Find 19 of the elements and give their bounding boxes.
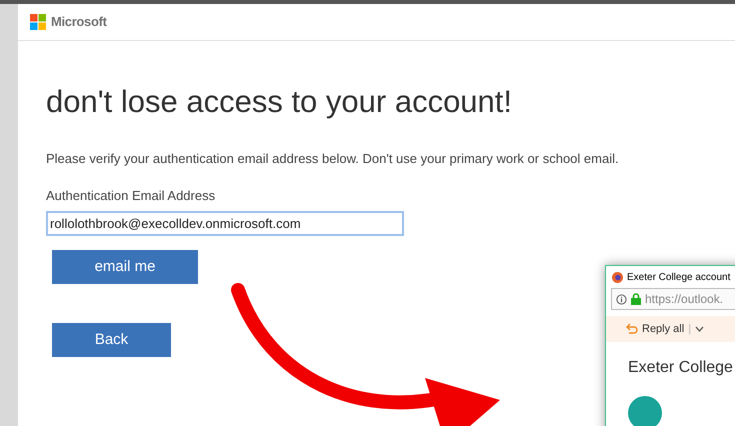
email-subject: Exeter College (628, 358, 734, 378)
email-me-button[interactable]: email me (52, 250, 198, 284)
email-field-label: Authentication Email Address (46, 187, 216, 206)
window-title: Exeter College account (627, 270, 730, 284)
address-bar[interactable]: https://outlook. (611, 288, 735, 310)
info-icon (616, 294, 627, 304)
url-text: https://outlook. (645, 291, 724, 308)
reply-all-icon (626, 323, 638, 335)
back-button[interactable]: Back (52, 322, 171, 357)
browser-logo-icon (612, 272, 623, 282)
page-heading: don't lose access to your account! (46, 83, 514, 121)
lock-icon (631, 293, 641, 305)
instructions-text: Please verify your authentication email address below. Don't use your primary work or school email. (46, 150, 620, 168)
chevron-down-icon[interactable] (695, 326, 704, 332)
email-input-field[interactable]: rollolothbrook@execolldev.onmicrosoft.com (46, 210, 404, 236)
reply-all-button[interactable]: Reply all (642, 320, 684, 338)
toolbar-separator: | (688, 322, 692, 337)
logo-text: Microsoft (51, 13, 107, 32)
microsoft-logo-icon (30, 14, 46, 30)
